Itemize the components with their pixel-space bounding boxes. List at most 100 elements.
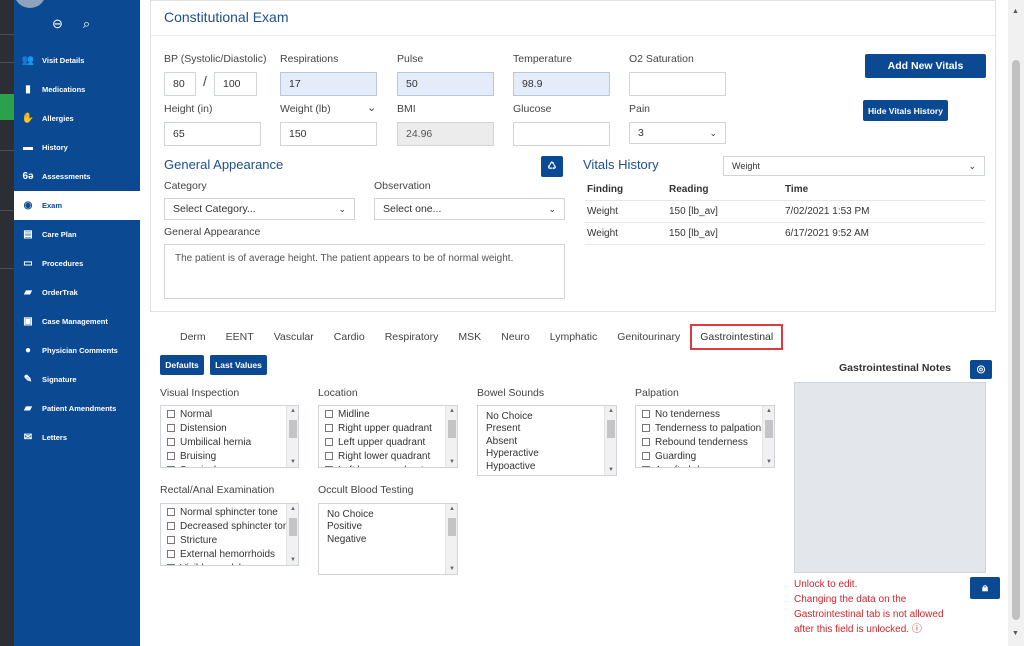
- list-item[interactable]: Right lower quadrant: [319, 449, 457, 463]
- temperature-input[interactable]: 98.9: [513, 72, 610, 96]
- list-item[interactable]: Guarding: [636, 449, 774, 463]
- tab-lymphatic[interactable]: Lymphatic: [540, 324, 607, 350]
- checkbox[interactable]: [325, 438, 333, 446]
- list-scrollbar[interactable]: ▲ ▼: [445, 406, 457, 467]
- tab-genitourinary[interactable]: Genitourinary: [607, 324, 690, 350]
- list-item[interactable]: No Choice: [319, 508, 457, 521]
- scroll-up-icon[interactable]: ▲: [446, 506, 457, 512]
- scrollbar-thumb[interactable]: [607, 420, 615, 438]
- list-item[interactable]: No Choice: [478, 410, 616, 423]
- binoculars-icon[interactable]: ◎: [970, 360, 992, 379]
- list-scrollbar[interactable]: ▲ ▼: [286, 504, 298, 565]
- sidebar-item-allergies[interactable]: ✋ Allergies: [14, 104, 140, 133]
- sidebar-item-medications[interactable]: ▮ Medications: [14, 75, 140, 104]
- list-item[interactable]: Distension: [161, 421, 298, 435]
- sidebar-item-physician-comments[interactable]: ● Physician Comments: [14, 336, 140, 365]
- checkbox[interactable]: [642, 410, 650, 418]
- scrollbar-thumb[interactable]: [448, 518, 456, 536]
- list-item[interactable]: Stricture: [161, 533, 298, 547]
- lock-icon[interactable]: 🔒︎: [970, 577, 1000, 599]
- list-item[interactable]: Normal: [161, 407, 298, 421]
- glucose-input[interactable]: [513, 122, 610, 146]
- checkbox[interactable]: [167, 438, 175, 446]
- list-item[interactable]: Present: [478, 423, 616, 436]
- checkbox[interactable]: [325, 424, 333, 432]
- systolic-input[interactable]: 80: [164, 72, 196, 96]
- scroll-down-icon[interactable]: ▼: [446, 459, 457, 465]
- weight-input[interactable]: 150: [280, 122, 377, 146]
- respirations-input[interactable]: 17: [280, 72, 377, 96]
- recycle-icon[interactable]: ♺: [541, 156, 563, 177]
- scroll-down-icon[interactable]: ▼: [1012, 630, 1019, 637]
- occult-blood-list[interactable]: No Choice Positive Negative ▲ ▼: [318, 503, 458, 575]
- defaults-button[interactable]: Defaults: [160, 355, 204, 375]
- scroll-up-icon[interactable]: ▲: [605, 408, 616, 414]
- sidebar-item-history[interactable]: ▬ History: [14, 133, 140, 162]
- last-values-button[interactable]: Last Values: [210, 355, 267, 375]
- scrollbar-thumb[interactable]: [765, 420, 773, 438]
- observation-select[interactable]: Select one... ⌄: [374, 198, 565, 220]
- sidebar-item-assessments[interactable]: 6ə Assessments: [14, 162, 140, 191]
- bowel-sounds-list[interactable]: No Choice Present Absent Hyperactive Hypoact…: [477, 405, 617, 476]
- tab-vascular[interactable]: Vascular: [264, 324, 324, 350]
- sidebar-item-case-management[interactable]: ▣ Case Management: [14, 307, 140, 336]
- list-item[interactable]: Right upper quadrant: [319, 421, 457, 435]
- checkbox[interactable]: [167, 522, 175, 530]
- list-item[interactable]: Bruising: [161, 449, 298, 463]
- list-item[interactable]: Left upper quadrant: [319, 435, 457, 449]
- scroll-down-icon[interactable]: ▼: [287, 459, 298, 465]
- rectal-exam-list[interactable]: Normal sphincter tone Decreased sphincter…: [160, 503, 299, 566]
- scrollbar-thumb[interactable]: [289, 420, 297, 438]
- checkbox[interactable]: [167, 452, 175, 460]
- search-icon[interactable]: ⌕: [83, 16, 90, 32]
- scrollbar-thumb[interactable]: [1012, 60, 1020, 620]
- list-item[interactable]: A soft abdomen: [636, 463, 774, 467]
- pain-select[interactable]: 3 ⌄: [629, 122, 726, 144]
- tab-gastrointestinal[interactable]: Gastrointestinal: [690, 324, 784, 350]
- visual-inspection-list[interactable]: Normal Distension Umbilical hernia Bruising…: [160, 405, 299, 468]
- tab-respiratory[interactable]: Respiratory: [375, 324, 449, 350]
- gi-notes-textarea[interactable]: [794, 382, 986, 573]
- page-scrollbar[interactable]: ▲ ▼: [1008, 0, 1024, 646]
- scroll-down-icon[interactable]: ▼: [446, 566, 457, 572]
- list-item[interactable]: Hyperactive: [478, 448, 616, 461]
- list-item[interactable]: Decreased sphincter tone: [161, 519, 298, 533]
- list-item[interactable]: Negative: [319, 533, 457, 546]
- scroll-up-icon[interactable]: ▲: [446, 408, 457, 414]
- tab-neuro[interactable]: Neuro: [491, 324, 540, 350]
- checkbox[interactable]: [167, 536, 175, 544]
- tab-derm[interactable]: Derm: [170, 324, 216, 350]
- checkbox[interactable]: [642, 452, 650, 460]
- hide-vitals-history-button[interactable]: Hide Vitals History: [863, 100, 948, 121]
- avatar[interactable]: [14, 0, 46, 8]
- scroll-up-icon[interactable]: ▲: [287, 506, 298, 512]
- sidebar-item-visit-details[interactable]: 👥 Visit Details: [14, 46, 140, 75]
- sidebar-item-patient-amendments[interactable]: ▰ Patient Amendments: [14, 394, 140, 423]
- height-input[interactable]: 65: [164, 122, 261, 146]
- list-item[interactable]: No tenderness: [636, 407, 774, 421]
- checkbox[interactable]: [642, 438, 650, 446]
- list-item[interactable]: Rebound tenderness: [636, 435, 774, 449]
- list-scrollbar[interactable]: ▲ ▼: [762, 406, 774, 467]
- scrollbar-thumb[interactable]: [448, 420, 456, 438]
- o2-saturation-input[interactable]: [629, 72, 726, 96]
- checkbox[interactable]: [325, 410, 333, 418]
- back-circle-icon[interactable]: ⊖: [52, 16, 63, 32]
- checkbox[interactable]: [642, 424, 650, 432]
- list-item[interactable]: Normal sphincter tone: [161, 505, 298, 519]
- sidebar-item-signature[interactable]: ✎ Signature: [14, 365, 140, 394]
- list-item[interactable]: Visible condyloma: [161, 561, 298, 565]
- checkbox[interactable]: [167, 410, 175, 418]
- scroll-down-icon[interactable]: ▼: [605, 467, 616, 473]
- checkbox[interactable]: [325, 452, 333, 460]
- list-item[interactable]: Tenderness to palpation: [636, 421, 774, 435]
- vitals-history-filter-select[interactable]: Weight ⌄: [723, 156, 985, 176]
- list-item[interactable]: Midline: [319, 407, 457, 421]
- palpation-list[interactable]: No tenderness Tenderness to palpation Rebo…: [635, 405, 775, 468]
- sidebar-item-procedures[interactable]: ▭ Procedures: [14, 249, 140, 278]
- list-scrollbar[interactable]: ▲ ▼: [604, 406, 616, 475]
- checkbox[interactable]: [167, 508, 175, 516]
- list-scrollbar[interactable]: ▲ ▼: [286, 406, 298, 467]
- checkbox[interactable]: [167, 564, 175, 565]
- diastolic-input[interactable]: 100: [214, 72, 257, 96]
